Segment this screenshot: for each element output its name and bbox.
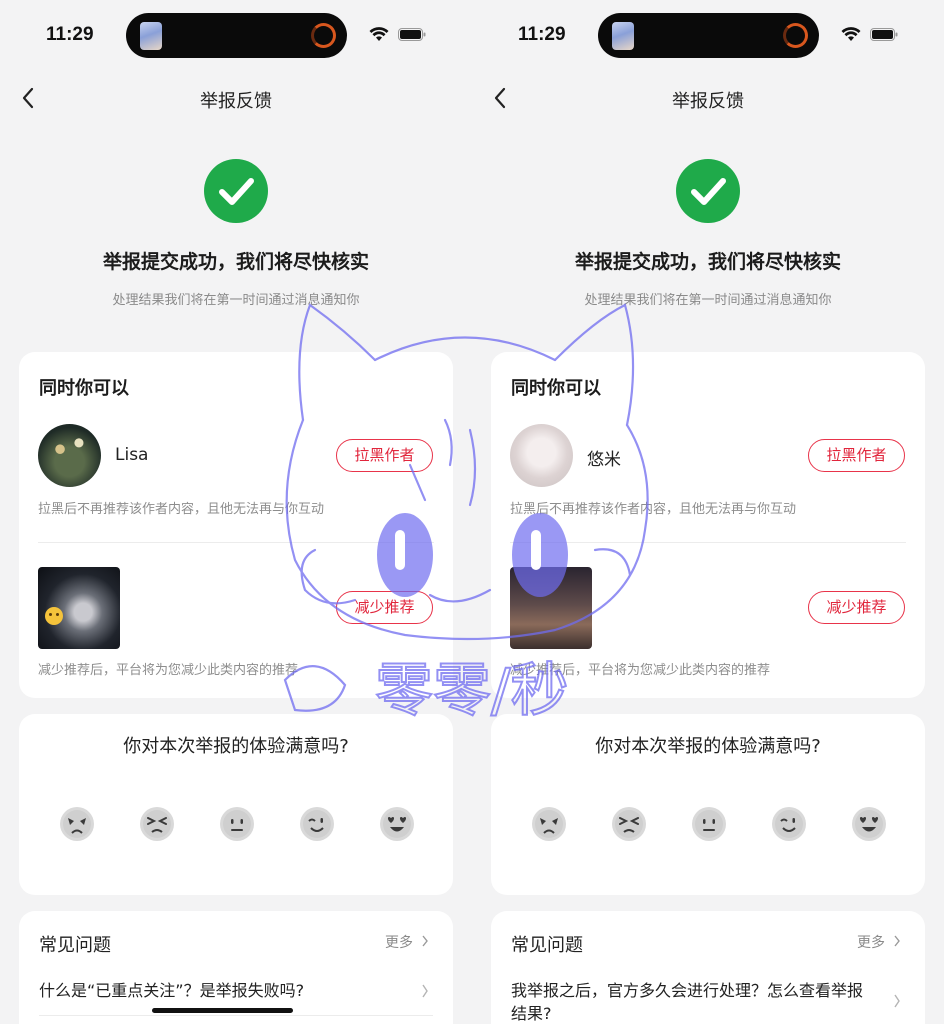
battery-icon: [870, 28, 898, 41]
success-title: 举报提交成功，我们将尽快核实: [102, 251, 369, 273]
post-thumbnail[interactable]: [38, 567, 120, 649]
actions-card-title: 同时你可以: [511, 378, 601, 399]
survey-question: 你对本次举报的体验满意吗?: [595, 736, 821, 757]
very-satisfied-face-icon[interactable]: [379, 806, 415, 842]
now-playing-thumbnail: [612, 22, 634, 50]
status-time: 11:29: [46, 24, 94, 45]
chevron-right-icon[interactable]: [421, 935, 429, 947]
chevron-right-icon[interactable]: [893, 935, 901, 947]
very-satisfied-face-icon[interactable]: [851, 806, 887, 842]
faq-title: 常见问题: [39, 935, 111, 956]
satisfied-face-icon[interactable]: [771, 806, 807, 842]
satisfied-face-icon[interactable]: [299, 806, 335, 842]
battery-icon: [398, 28, 426, 41]
survey-question: 你对本次举报的体验满意吗?: [123, 736, 349, 757]
status-bar: 11:29: [472, 0, 944, 70]
divider: [39, 1015, 433, 1016]
faq-more-link[interactable]: 更多: [385, 932, 413, 952]
success-check-icon: [204, 159, 268, 223]
wifi-icon: [841, 27, 861, 41]
chevron-right-icon[interactable]: [893, 994, 901, 1008]
author-avatar[interactable]: [38, 424, 101, 487]
unsatisfied-face-icon[interactable]: [139, 806, 175, 842]
faq-question-item[interactable]: 我举报之后，官方多久会进行处理？怎么查看举报结果?: [511, 979, 871, 1024]
faq-more-link[interactable]: 更多: [857, 932, 885, 952]
dynamic-island: [126, 13, 347, 58]
author-name[interactable]: 悠米: [587, 445, 621, 470]
activity-ring-icon: [783, 23, 808, 48]
status-time: 11:29: [518, 24, 566, 45]
nav-bar: 举报反馈: [0, 78, 472, 120]
divider: [510, 542, 906, 543]
divider: [38, 542, 434, 543]
very-unsatisfied-face-icon[interactable]: [531, 806, 567, 842]
success-title: 举报提交成功，我们将尽快核实: [574, 251, 841, 273]
author-avatar[interactable]: [510, 424, 573, 487]
dynamic-island: [598, 13, 819, 58]
rating-faces: [59, 806, 415, 842]
rating-faces: [531, 806, 887, 842]
block-hint: 拉黑后不再推荐该作者内容，且他无法再与你互动: [38, 502, 325, 517]
reduce-hint: 减少推荐后，平台将为您减少此类内容的推荐: [38, 663, 299, 678]
reduce-hint: 减少推荐后，平台将为您减少此类内容的推荐: [510, 663, 771, 678]
author-name[interactable]: Lisa: [115, 445, 148, 465]
unsatisfied-face-icon[interactable]: [611, 806, 647, 842]
now-playing-thumbnail: [140, 22, 162, 50]
reduce-recommendation-button[interactable]: 减少推荐: [808, 591, 905, 624]
actions-card: 同时你可以 悠米 拉黑作者 拉黑后不再推荐该作者内容，且他无法再与你互动 减少推…: [491, 352, 925, 698]
post-thumbnail[interactable]: [510, 567, 592, 649]
status-bar: 11:29: [0, 0, 472, 70]
very-unsatisfied-face-icon[interactable]: [59, 806, 95, 842]
block-author-button[interactable]: 拉黑作者: [808, 439, 905, 472]
block-author-button[interactable]: 拉黑作者: [336, 439, 433, 472]
page-title: 举报反馈: [672, 91, 744, 112]
survey-card: 你对本次举报的体验满意吗?: [19, 714, 453, 895]
chevron-right-icon[interactable]: [421, 984, 429, 998]
success-check-icon: [676, 159, 740, 223]
wifi-icon: [369, 27, 389, 41]
faq-question-item[interactable]: 什么是“已重点关注”？是举报失败吗?: [39, 979, 399, 1002]
survey-card: 你对本次举报的体验满意吗?: [491, 714, 925, 895]
faq-card: 常见问题 更多 我举报之后，官方多久会进行处理？怎么查看举报结果?: [491, 911, 925, 1024]
block-hint: 拉黑后不再推荐该作者内容，且他无法再与你互动: [510, 502, 797, 517]
success-subtitle: 处理结果我们将在第一时间通过消息通知你: [584, 293, 832, 308]
emoji-sticker-icon: [45, 607, 63, 625]
nav-bar: 举报反馈: [472, 78, 944, 120]
page-title: 举报反馈: [200, 91, 272, 112]
reduce-recommendation-button[interactable]: 减少推荐: [336, 591, 433, 624]
activity-ring-icon: [311, 23, 336, 48]
phone-screen-left: 11:29 举报反馈 举报提交成功，我们将尽快核实 处理结果我们将在第一时间通过…: [0, 0, 472, 1024]
phone-screen-right: 11:29 举报反馈 举报提交成功，我们将尽快核实 处理结果我们将在第一时间通过…: [472, 0, 944, 1024]
actions-card: 同时你可以 Lisa 拉黑作者 拉黑后不再推荐该作者内容，且他无法再与你互动 减…: [19, 352, 453, 698]
home-indicator: [152, 1008, 293, 1013]
actions-card-title: 同时你可以: [39, 378, 129, 399]
neutral-face-icon[interactable]: [691, 806, 727, 842]
faq-title: 常见问题: [511, 935, 583, 956]
neutral-face-icon[interactable]: [219, 806, 255, 842]
success-subtitle: 处理结果我们将在第一时间通过消息通知你: [112, 293, 360, 308]
